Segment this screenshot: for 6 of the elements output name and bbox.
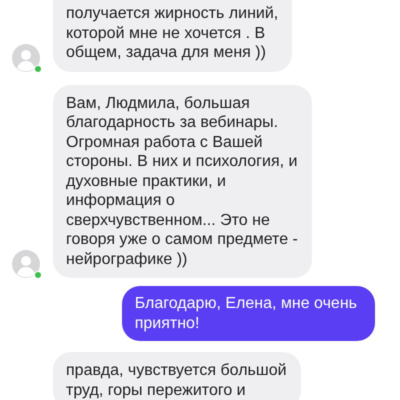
incoming-message: получается жирность линий, которой мне не хочется . В общем, задача для меня )) xyxy=(53,0,292,72)
outgoing-message: Благодарю, Елена, мне очень приятно! xyxy=(122,286,375,341)
incoming-message: Вам, Людмила, большая благодарность за вебинары. Огромная работа с Вашей стороны. В них и психология, и духовные практики, и информация о сверхчувственном... Это не говоря уже о самом предмете - нейрографике )) xyxy=(53,84,312,278)
avatar-icon[interactable] xyxy=(12,44,40,72)
incoming-message: правда, чувствуется большой труд, горы пережитого и xyxy=(53,352,301,400)
avatar-icon[interactable] xyxy=(12,250,40,278)
